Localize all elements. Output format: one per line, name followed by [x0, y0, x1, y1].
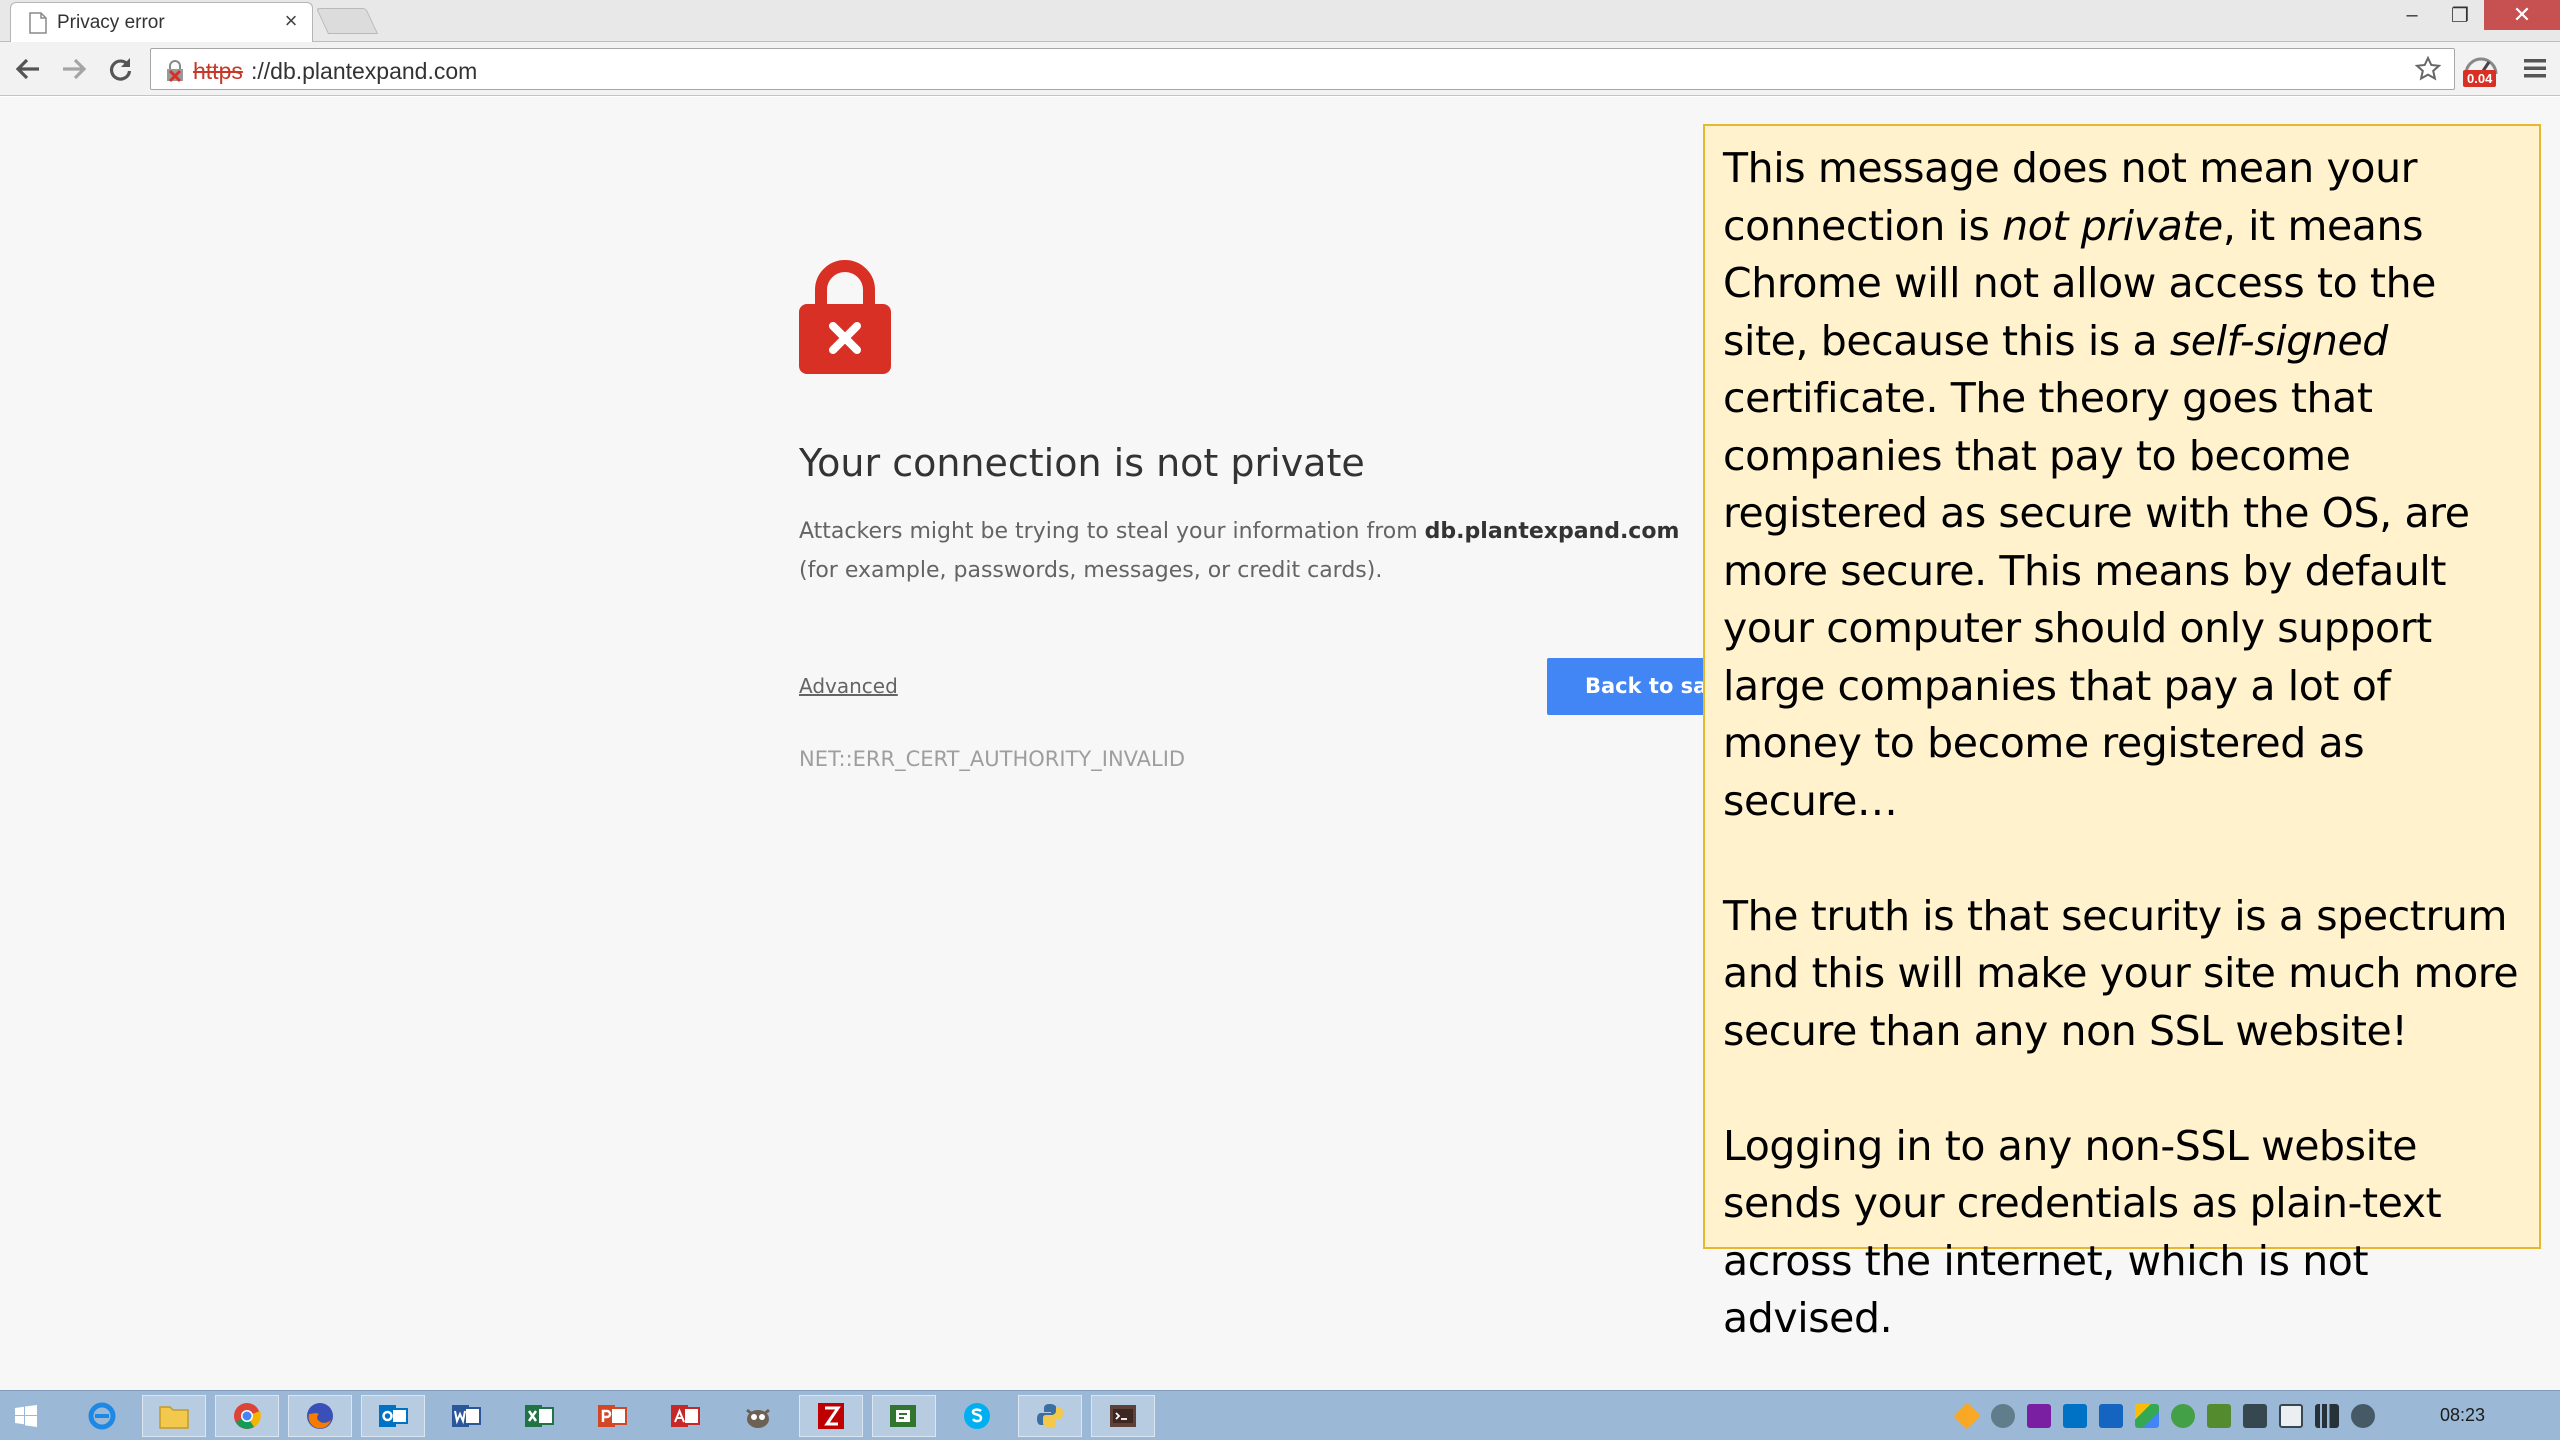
note-paragraph-2: The truth is that security is a spectrum… [1723, 891, 2519, 1055]
tray-app-icon[interactable] [1991, 1404, 2015, 1428]
terminal-icon[interactable] [1091, 1395, 1155, 1437]
tray-onenote-icon[interactable] [2027, 1404, 2051, 1428]
description-domain: db.plantexpand.com [1424, 519, 1680, 544]
restore-button[interactable]: ❐ [2436, 0, 2484, 30]
red-lock-icon [799, 260, 891, 374]
system-tray [1953, 1402, 2375, 1430]
powerpoint-icon[interactable] [580, 1395, 644, 1437]
browser-toolbar: https ://db.plantexpand.com 0.04 [0, 42, 2560, 96]
forward-nav-button[interactable] [58, 53, 90, 85]
note-emphasis: not private [2002, 201, 2223, 250]
window-controls: – ❐ ✕ [2388, 0, 2560, 30]
tray-power-icon[interactable] [2279, 1404, 2303, 1428]
word-icon[interactable] [434, 1395, 498, 1437]
reload-icon [110, 58, 132, 81]
new-tab-button[interactable] [315, 8, 379, 34]
tray-outlook-icon[interactable] [2063, 1404, 2087, 1428]
note-emphasis: self-signed [2169, 316, 2389, 365]
skype-icon[interactable] [945, 1395, 1009, 1437]
tray-signal-icon[interactable] [2315, 1404, 2339, 1428]
tray-flag-icon[interactable] [2243, 1404, 2267, 1428]
page-title: Your connection is not private [799, 441, 1365, 485]
outlook-icon[interactable] [361, 1395, 425, 1437]
extension-button[interactable]: 0.04 [2462, 48, 2500, 90]
back-nav-button[interactable] [12, 53, 44, 85]
tray-nvidia-icon[interactable] [2207, 1404, 2231, 1428]
note-paragraph-1: This message does not mean your connecti… [1723, 140, 2521, 830]
broken-lock-icon [167, 60, 183, 83]
description-prefix: Attackers might be trying to steal your … [799, 519, 1425, 544]
tray-security-check-icon[interactable] [2171, 1404, 2195, 1428]
acrobat-icon[interactable] [653, 1395, 717, 1437]
chrome-icon[interactable] [215, 1395, 279, 1437]
annotation-callout: This message does not mean your connecti… [1703, 124, 2541, 1342]
url-host: ://db.plantexpand.com [251, 58, 478, 84]
internet-explorer-icon[interactable] [70, 1395, 134, 1437]
tray-volume-icon[interactable] [2351, 1404, 2375, 1428]
address-bar[interactable]: https ://db.plantexpand.com [150, 48, 2455, 90]
python-icon[interactable] [1018, 1395, 1082, 1437]
extension-badge: 0.04 [2463, 70, 2497, 87]
filezilla-icon[interactable] [799, 1395, 863, 1437]
note-paragraph-3: Logging in to any non-SSL website sends … [1723, 1121, 2442, 1343]
page-icon [29, 12, 47, 34]
tab-privacy-error[interactable]: Privacy error × [10, 2, 313, 42]
error-code: NET::ERR_CERT_AUTHORITY_INVALID [799, 747, 1186, 771]
taskbar-clock[interactable]: 08:23 [2440, 1405, 2485, 1426]
taskbar: 08:23 [0, 1390, 2560, 1440]
reload-button[interactable] [104, 53, 136, 85]
tray-app-icon[interactable] [1953, 1402, 1981, 1430]
project-icon[interactable] [872, 1395, 936, 1437]
arrow-right-icon [63, 58, 87, 80]
file-explorer-icon[interactable] [142, 1395, 206, 1437]
close-window-button[interactable]: ✕ [2484, 0, 2560, 30]
note-text: certificate. The theory goes that compan… [1723, 374, 2470, 825]
windows-start-icon[interactable] [14, 1404, 38, 1428]
warning-description: Attackers might be trying to steal your … [799, 512, 1699, 590]
tab-title: Privacy error [57, 12, 165, 33]
bookmark-star-icon[interactable] [2415, 56, 2441, 82]
tray-google-drive-icon[interactable] [2135, 1404, 2159, 1428]
gimp-icon[interactable] [726, 1395, 790, 1437]
description-suffix: (for example, passwords, messages, or cr… [799, 558, 1383, 583]
firefox-icon[interactable] [288, 1395, 352, 1437]
hamburger-menu-icon[interactable] [2522, 56, 2548, 80]
advanced-link[interactable]: Advanced [799, 674, 898, 698]
title-bar: Privacy error × – ❐ ✕ [0, 0, 2560, 42]
close-tab-icon[interactable]: × [280, 10, 302, 32]
tray-network-drive-icon[interactable] [2099, 1404, 2123, 1428]
arrow-left-icon [15, 58, 39, 80]
minimize-button[interactable]: – [2388, 0, 2436, 30]
url-scheme: https [193, 58, 243, 84]
excel-icon[interactable] [507, 1395, 571, 1437]
